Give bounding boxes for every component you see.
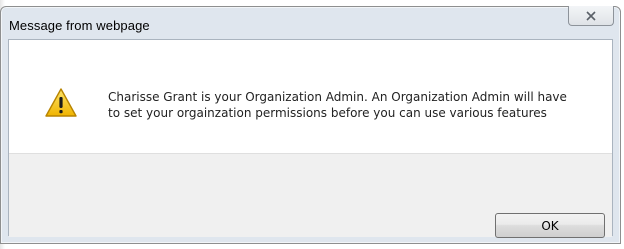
dialog-content: Charisse Grant is your Organization Admi… — [9, 40, 612, 153]
dialog-client-area: Charisse Grant is your Organization Admi… — [8, 39, 613, 238]
dialog-title: Message from webpage — [9, 18, 150, 33]
dialog-titlebar: Message from webpage — [1, 6, 620, 39]
close-button[interactable] — [568, 6, 614, 26]
message-dialog: Message from webpage Charisse Grant is y… — [0, 6, 621, 244]
warning-icon — [45, 88, 77, 117]
dialog-footer: OK — [9, 153, 612, 238]
dialog-message: Charisse Grant is your Organization Admi… — [108, 90, 567, 120]
ok-button[interactable]: OK — [495, 213, 605, 238]
close-icon — [586, 10, 596, 21]
